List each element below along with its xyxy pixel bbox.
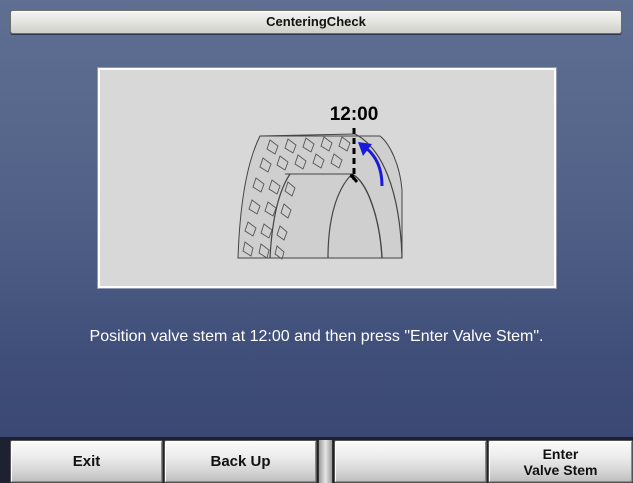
exit-button[interactable]: Exit [10, 440, 163, 483]
back-up-button[interactable]: Back Up [164, 440, 317, 483]
window-title: CenteringCheck [10, 10, 622, 34]
centering-check-screen: CenteringCheck 12:00 Position valve stem… [0, 0, 633, 483]
tire-illustration-panel: 12:00 [98, 68, 556, 288]
function-key-bar: Exit Back Up Enter Valve Stem [0, 437, 633, 483]
clock-label: 12:00 [330, 104, 379, 125]
instruction-text: Position valve stem at 12:00 and then pr… [89, 328, 544, 345]
blank-function-button[interactable] [334, 440, 487, 483]
enter-valve-stem-button[interactable]: Enter Valve Stem [488, 440, 633, 483]
tire-diagram: 12:00 [237, 104, 403, 260]
toolbar-divider [318, 440, 333, 483]
tire-icon [237, 133, 403, 260]
